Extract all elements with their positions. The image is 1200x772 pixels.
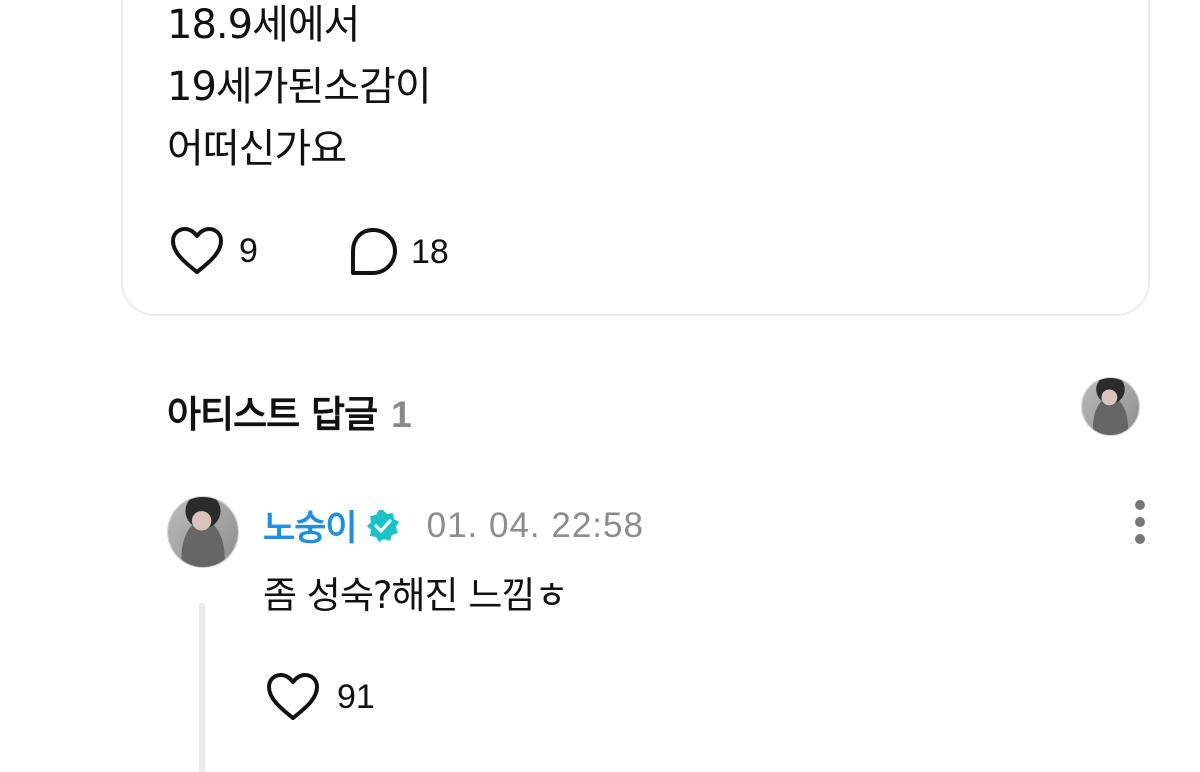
reply-author-name[interactable]: 노숭이 [263,500,358,551]
more-options-icon[interactable] [1127,500,1153,544]
reply-author-avatar-image [168,497,238,567]
reply-text: 좀 성숙?해진 느낌ㅎ [263,574,568,617]
post-line: 18.9세에서 [167,2,360,48]
more-dot [1135,517,1145,527]
reply-like-button[interactable]: 91 [265,672,375,722]
post-comment-button[interactable]: 18 [347,226,449,278]
artist-replies-title: 아티스트 답글 [167,393,378,436]
post-text: 18.9세에서 19세가된소감이 어떠신가요 [167,0,432,180]
post-like-count: 9 [239,231,258,270]
more-dot [1135,500,1145,510]
post-line: 19세가된소감이 [167,64,432,110]
reply-like-count: 91 [337,677,375,716]
artist-avatar[interactable] [1081,377,1140,436]
post-line: 어떠신가요 [167,126,347,172]
verified-badge-icon [365,508,401,544]
reply-author-avatar[interactable] [167,496,239,568]
reply-header: 노숭이 01. 04. 22:58 [263,500,644,551]
artist-replies-heading: 아티스트 답글 1 [167,384,412,438]
heart-icon [267,673,319,720]
artist-replies-count: 1 [391,394,412,435]
thread-line [199,603,205,772]
reply-timestamp: 01. 04. 22:58 [426,505,644,545]
more-dot [1135,534,1145,544]
post-comment-count: 18 [411,232,449,271]
heart-icon [171,227,223,274]
artist-avatar-image [1082,378,1139,435]
post-like-button[interactable]: 9 [169,226,258,276]
comment-icon [351,228,397,275]
